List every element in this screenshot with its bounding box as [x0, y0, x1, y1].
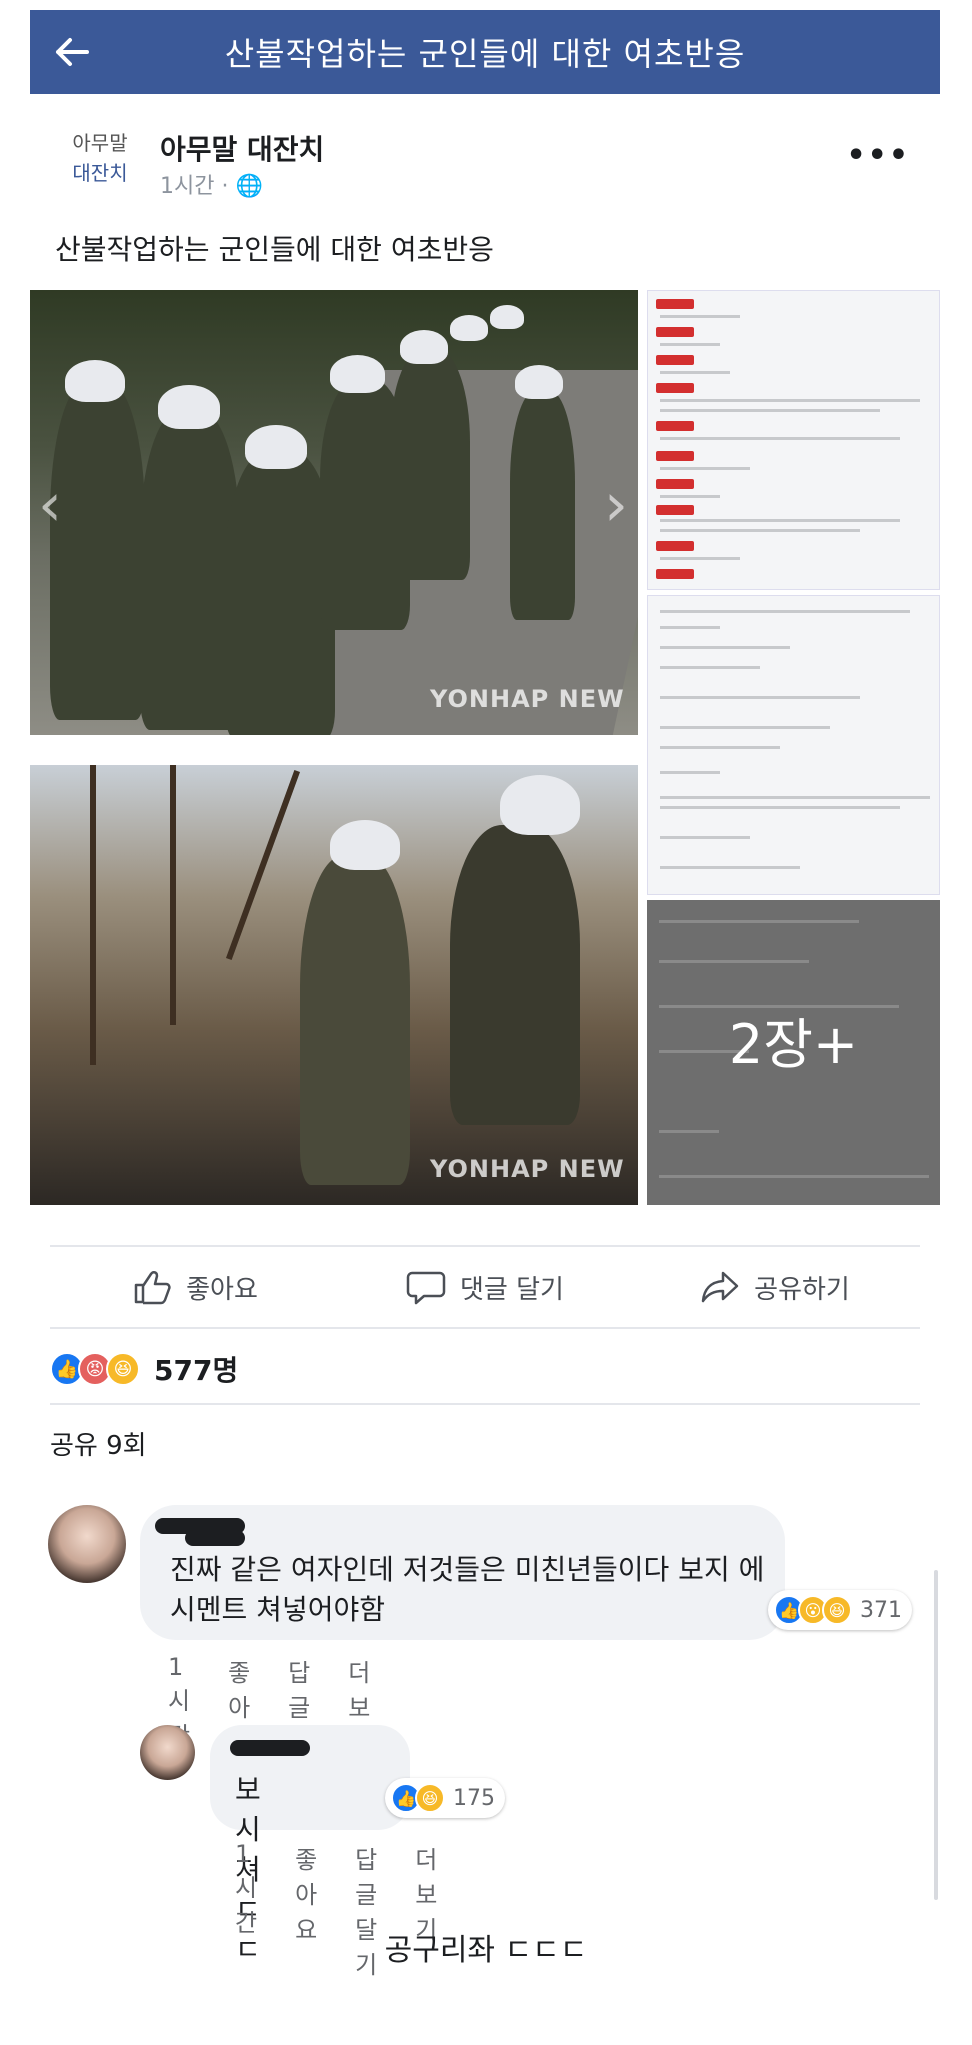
page-name[interactable]: 아무말 대잔치 — [160, 128, 324, 168]
haha-reaction-icon: 😆 — [822, 1595, 852, 1625]
soldier-figure — [450, 825, 580, 1125]
comment-reactions[interactable]: 👍 😆 175 — [385, 1778, 505, 1818]
helmet — [245, 425, 307, 469]
photo-comments-screenshot-1[interactable] — [647, 290, 940, 590]
comment-icon — [406, 1271, 446, 1305]
share-label: 공유하기 — [754, 1274, 850, 1305]
soldier-figure — [390, 350, 470, 580]
caption: 공구리좌 ㄷㄷㄷ — [384, 1933, 588, 1968]
redacted-name[interactable] — [230, 1740, 310, 1756]
app-header: 산불작업하는 군인들에 대한 여초반응 — [30, 10, 940, 94]
avatar[interactable] — [140, 1725, 195, 1780]
helmet — [330, 820, 400, 870]
prev-photo-icon[interactable]: ‹ — [38, 470, 62, 540]
tree — [170, 765, 176, 1025]
helmet — [450, 315, 488, 341]
avatar-text-line1: 아무말 — [72, 131, 128, 155]
helmet — [330, 355, 385, 393]
like-button[interactable]: 좋아요 — [50, 1247, 340, 1327]
helmet — [400, 330, 448, 364]
thumbs-up-icon — [134, 1271, 171, 1305]
back-button[interactable] — [30, 10, 114, 94]
comment-text: 진짜 같은 여자인데 저것들은 미친년들이다 보지 에 시멘트 쳐넣어야함 — [170, 1553, 765, 1626]
post-time: 1시간 · 🌐 — [160, 174, 263, 199]
soldier-figure — [510, 390, 575, 620]
post-text: 산불작업하는 군인들에 대한 여초반응 — [55, 233, 494, 266]
more-photos-count: 2장+ — [728, 1013, 859, 1076]
scrollbar[interactable] — [934, 1570, 938, 1900]
like-label: 좋아요 — [186, 1274, 258, 1305]
helmet — [158, 385, 220, 429]
helmet — [65, 360, 125, 402]
photo-more-overlay[interactable]: 2장+ — [647, 900, 940, 1205]
photo-comments-screenshot-2[interactable] — [647, 595, 940, 895]
comment-button[interactable]: 댓글 달기 — [340, 1247, 630, 1327]
post-actions-bar: 좋아요 댓글 달기 공유하기 — [50, 1245, 920, 1329]
haha-reaction-icon: 😆 — [106, 1352, 140, 1386]
tree — [225, 770, 301, 960]
left-arrow-icon — [56, 38, 89, 66]
photo-soldiers-road[interactable]: ‹ › YONHAP NEW — [30, 290, 638, 735]
avatar-text-line2: 대잔치 — [72, 161, 128, 185]
helmet — [515, 365, 563, 399]
watermark: YONHAP NEW — [430, 1155, 625, 1183]
soldier-figure — [300, 855, 410, 1185]
tree — [90, 765, 96, 1065]
avatar[interactable] — [48, 1505, 126, 1583]
watermark: YONHAP NEW — [430, 685, 625, 713]
share-button[interactable]: 공유하기 — [630, 1247, 920, 1327]
next-photo-icon[interactable]: › — [604, 470, 628, 540]
comment-label: 댓글 달기 — [460, 1274, 564, 1305]
photo-grid: ‹ › YONHAP NEW YONHAP NEW 2장+ — [30, 290, 940, 1205]
helmet — [500, 775, 580, 835]
soldier-figure — [50, 380, 145, 720]
comment-reaction-count: 175 — [453, 1785, 495, 1811]
haha-reaction-icon: 😆 — [415, 1783, 445, 1813]
redacted-name[interactable] — [185, 1530, 245, 1546]
share-count[interactable]: 공유 9회 — [50, 1425, 147, 1462]
reactions-summary[interactable]: 👍 😡 😆 577명 — [50, 1335, 920, 1405]
comment-reaction-count: 371 — [860, 1597, 902, 1623]
reaction-count: 577명 — [154, 1354, 239, 1387]
header-title: 산불작업하는 군인들에 대한 여초반응 — [224, 35, 746, 73]
share-icon — [701, 1271, 739, 1303]
more-options-button[interactable]: ••• — [846, 138, 910, 173]
page-avatar[interactable]: 아무말 대잔치 — [60, 128, 140, 200]
photo-soldiers-forest[interactable]: YONHAP NEW — [30, 765, 638, 1205]
post-header: 아무말 대잔치 아무말 대잔치 1시간 · 🌐 ••• — [30, 110, 940, 210]
comment-reactions[interactable]: 👍 😮 😆 371 — [768, 1590, 912, 1630]
helmet — [490, 305, 524, 329]
soldier-figure — [225, 450, 335, 735]
